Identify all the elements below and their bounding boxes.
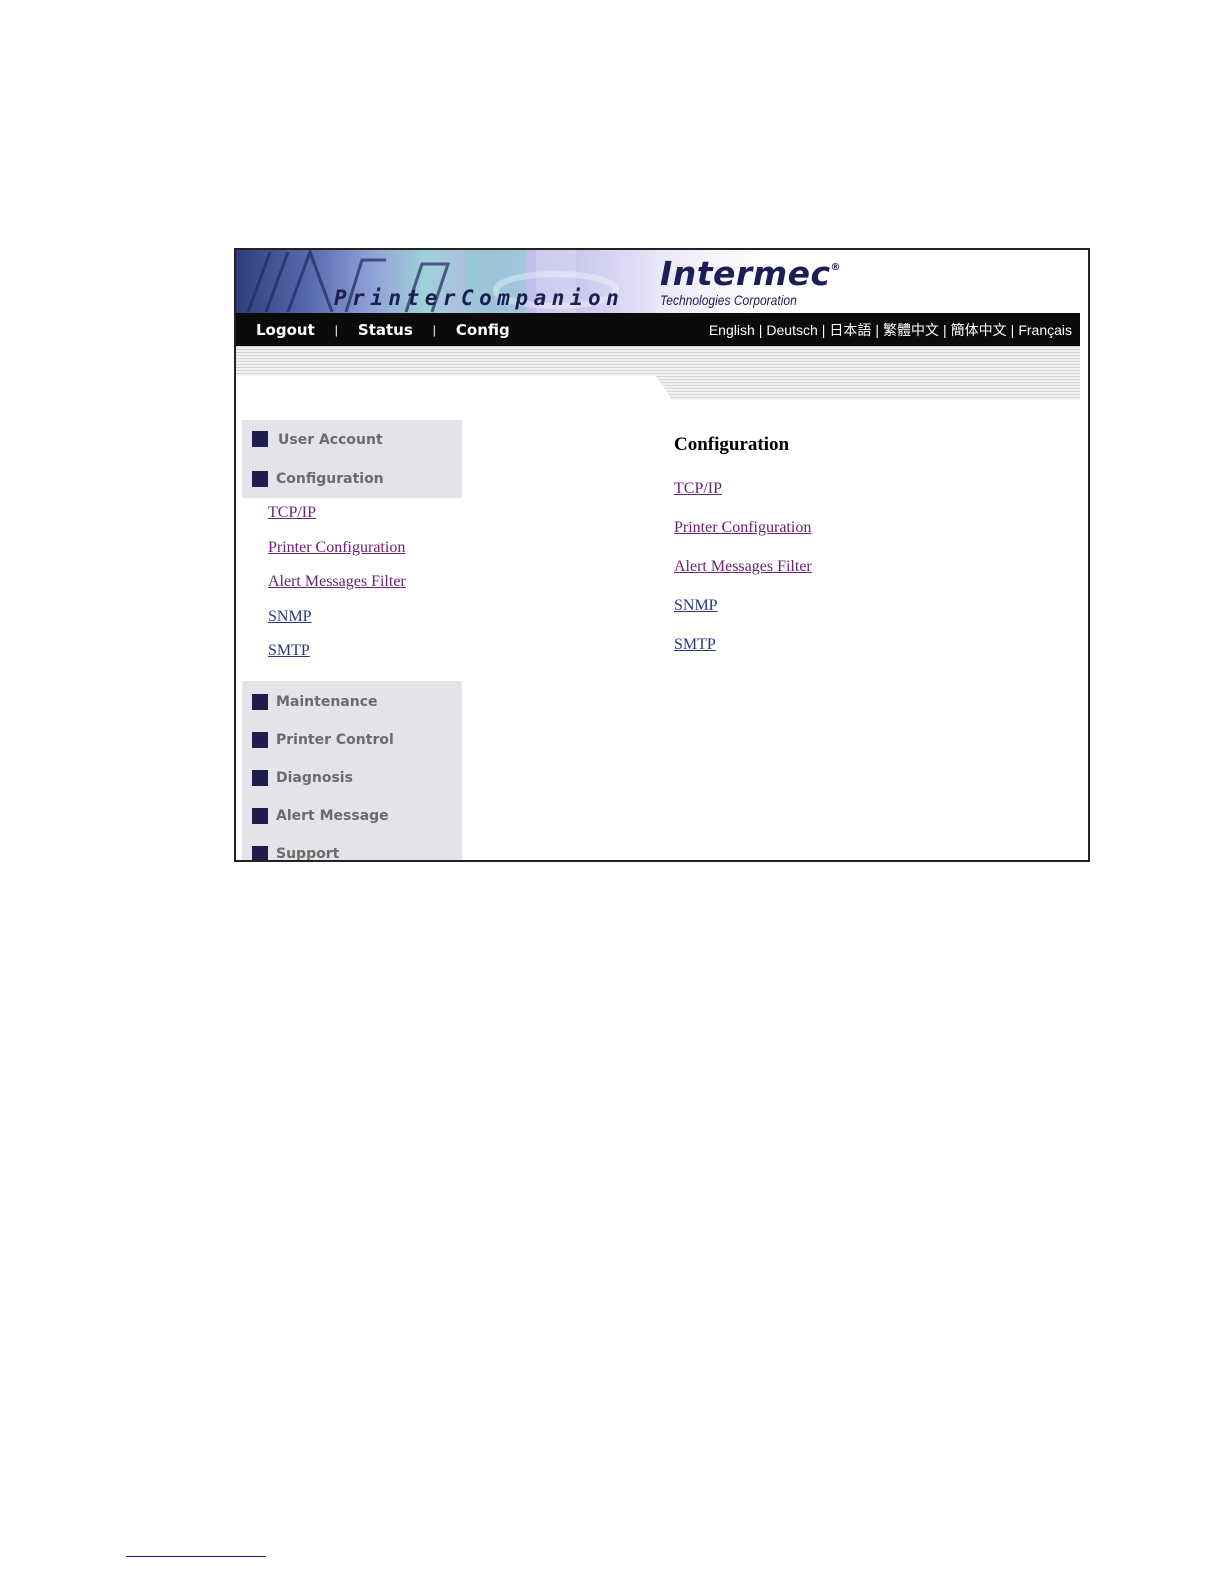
sidebar-item-support[interactable]: Support bbox=[242, 835, 462, 862]
sidebar-link-printer-configuration[interactable]: Printer Configuration bbox=[242, 539, 462, 574]
sidebar-group-top: User Account Configuration bbox=[242, 420, 462, 498]
logo-subtitle: Technologies Corporation bbox=[660, 292, 797, 308]
lang-separator: | bbox=[875, 321, 880, 338]
logo-text: Intermec bbox=[660, 254, 831, 293]
lang-traditional-chinese-link[interactable]: 繁體中文 bbox=[883, 320, 939, 340]
sidebar-menu: User Account Configuration TCP/IP Printe… bbox=[242, 420, 462, 862]
sidebar-configuration-submenu: TCP/IP Printer Configuration Alert Messa… bbox=[242, 498, 462, 681]
stripe-cutout bbox=[236, 376, 656, 406]
sidebar-link-alert-messages-filter[interactable]: Alert Messages Filter bbox=[242, 573, 462, 608]
square-bullet-icon bbox=[252, 731, 268, 748]
sidebar-item-printer-control[interactable]: Printer Control bbox=[242, 721, 462, 759]
main-nav: Logout | Status | Config bbox=[256, 313, 510, 346]
square-bullet-icon bbox=[252, 769, 268, 786]
nav-separator: | bbox=[432, 322, 436, 337]
lang-simplified-chinese-link[interactable]: 簡体中文 bbox=[951, 320, 1007, 340]
main-link-printer-configuration[interactable]: Printer Configuration bbox=[674, 519, 812, 558]
main-link-smtp[interactable]: SMTP bbox=[674, 636, 812, 675]
lang-separator: | bbox=[1010, 321, 1015, 338]
lang-french-link[interactable]: Français bbox=[1018, 322, 1072, 338]
sidebar-link-snmp[interactable]: SNMP bbox=[242, 608, 462, 643]
square-bullet-icon bbox=[252, 431, 268, 447]
sidebar-item-label: Alert Message bbox=[276, 807, 389, 824]
sidebar-item-label: Diagnosis bbox=[276, 769, 353, 786]
sidebar-item-configuration[interactable]: Configuration bbox=[242, 460, 462, 498]
sidebar-item-diagnosis[interactable]: Diagnosis bbox=[242, 759, 462, 797]
main-content: Configuration TCP/IP Printer Configurati… bbox=[674, 434, 812, 675]
nav-status-link[interactable]: Status bbox=[358, 321, 413, 339]
lang-separator: | bbox=[821, 321, 826, 338]
main-link-tcpip[interactable]: TCP/IP bbox=[674, 480, 812, 519]
sidebar-item-user-account[interactable]: User Account bbox=[242, 420, 462, 460]
browser-screenshot: PrinterCompanion Intermec® Technologies … bbox=[234, 248, 1090, 862]
product-name: PrinterCompanion bbox=[334, 286, 625, 310]
language-selector: English | Deutsch | 日本語 | 繁體中文 | 簡体中文 | … bbox=[709, 313, 1072, 346]
header-banner: PrinterCompanion Intermec® Technologies … bbox=[236, 250, 1080, 313]
sidebar-item-label: Maintenance bbox=[276, 693, 378, 710]
intermec-logo: Intermec® bbox=[660, 254, 841, 293]
sidebar-item-alert-message[interactable]: Alert Message bbox=[242, 797, 462, 835]
sidebar-item-label: User Account bbox=[278, 432, 383, 448]
nav-config-link[interactable]: Config bbox=[456, 321, 510, 339]
sidebar-item-label: Configuration bbox=[276, 471, 384, 487]
sidebar-group-bottom: Maintenance Printer Control Diagnosis Al… bbox=[242, 680, 462, 862]
square-bullet-icon bbox=[252, 807, 268, 824]
square-bullet-icon bbox=[252, 845, 268, 860]
logo-registered-mark: ® bbox=[830, 262, 842, 273]
nav-logout-link[interactable]: Logout bbox=[256, 321, 315, 339]
lang-separator: | bbox=[758, 321, 763, 338]
sidebar-item-label: Printer Control bbox=[276, 731, 394, 748]
lang-japanese-link[interactable]: 日本語 bbox=[829, 320, 871, 340]
nav-separator: | bbox=[334, 322, 338, 337]
lang-english-link[interactable]: English bbox=[709, 322, 755, 338]
footnote-divider bbox=[126, 1556, 266, 1557]
main-link-alert-messages-filter[interactable]: Alert Messages Filter bbox=[674, 558, 812, 597]
sidebar-item-maintenance[interactable]: Maintenance bbox=[242, 683, 462, 721]
lang-separator: | bbox=[943, 321, 947, 338]
square-bullet-icon bbox=[252, 693, 268, 710]
square-bullet-icon bbox=[252, 471, 268, 487]
main-link-snmp[interactable]: SNMP bbox=[674, 597, 812, 636]
banner-artwork: PrinterCompanion bbox=[236, 250, 656, 313]
sidebar-link-smtp[interactable]: SMTP bbox=[242, 642, 462, 677]
sidebar-item-label: Support bbox=[276, 845, 340, 862]
top-navbar: Logout | Status | Config English | Deuts… bbox=[236, 313, 1080, 346]
page-title: Configuration bbox=[674, 434, 790, 455]
sidebar-link-tcpip[interactable]: TCP/IP bbox=[242, 504, 462, 539]
lang-deutsch-link[interactable]: Deutsch bbox=[766, 322, 817, 338]
